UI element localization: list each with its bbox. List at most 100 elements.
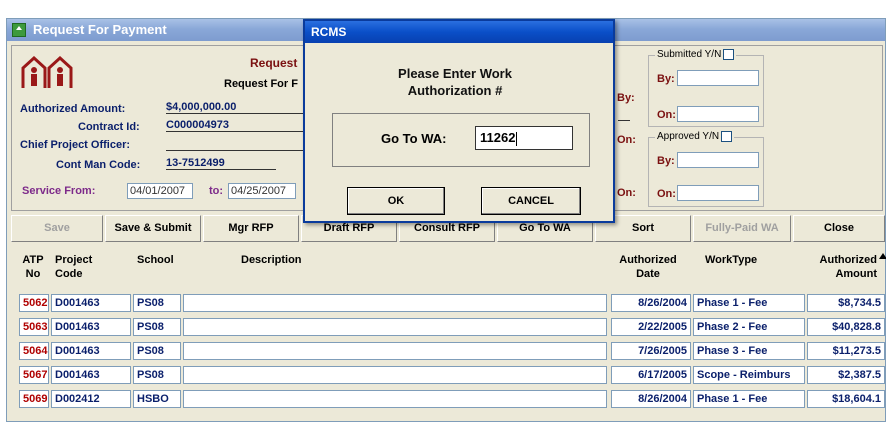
project-code-cell[interactable]: D001463 [51,342,131,360]
auth-date-cell[interactable]: 8/26/2004 [611,294,691,312]
divider-line [618,120,630,121]
auth-amount-cell[interactable]: $11,273.5 [807,342,885,360]
approved-group: Approved Y/N By: On: [648,131,764,207]
on-label-left: On: [617,134,636,146]
col-worktype-header[interactable]: WorkType [705,253,757,267]
save-button[interactable]: Save [11,215,103,242]
cont-man-code-value: 13-7512499 [166,157,276,170]
col-auth-date-line1: Authorized [619,254,677,266]
worktype-cell[interactable]: Phase 1 - Fee [693,390,805,408]
school-cell[interactable]: PS08 [133,318,181,336]
submitted-checkbox[interactable] [723,49,735,60]
request-subtitle: Request For F [224,78,298,90]
project-code-cell[interactable]: D001463 [51,294,131,312]
col-auth-amount-line1: Authorized [819,254,877,266]
project-code-cell[interactable]: D002412 [51,390,131,408]
approved-by-label: By: [657,155,675,167]
col-school-header[interactable]: School [137,253,174,267]
atp-cell[interactable]: 5063 [19,318,49,336]
submitted-label: Submitted Y/N [657,49,722,61]
submitted-by-field[interactable] [677,70,759,86]
app-home-icon [12,23,26,37]
cont-man-code-label: Cont Man Code: [56,159,141,171]
approved-checkbox[interactable] [721,131,733,142]
col-atp-line2: No [25,268,41,280]
cancel-button[interactable]: CANCEL [481,187,581,215]
rcms-dialog: RCMS Please Enter Work Authorization # G… [303,19,615,223]
contract-id-value: C000004973 [166,119,308,132]
school-cell[interactable]: PS08 [133,294,181,312]
approved-by-field[interactable] [677,152,759,168]
atp-cell[interactable]: 5067 [19,366,49,384]
auth-date-cell[interactable]: 6/17/2005 [611,366,691,384]
description-cell[interactable] [183,294,607,312]
col-project-header[interactable]: Project Code [55,253,92,281]
mgr-rfp-button[interactable]: Mgr RFP [203,215,299,242]
auth-date-cell[interactable]: 7/26/2005 [611,342,691,360]
chief-officer-value [166,137,308,151]
table-row[interactable]: 5062 D001463 PS08 8/26/2004 Phase 1 - Fee $8,… [11,292,886,314]
description-cell[interactable] [183,390,607,408]
table-row[interactable]: 5064 D001463 PS08 7/26/2005 Phase 3 - Fee $11… [11,340,886,362]
col-project-line2: Code [55,268,83,280]
window-title: Request For Payment [33,22,167,37]
service-to-label: to: [209,185,224,197]
approved-on-field[interactable] [677,185,759,201]
project-code-cell[interactable]: D001463 [51,318,131,336]
table-row[interactable]: 5069 D002412 HSBO 8/26/2004 Phase 1 - Fee $18… [11,388,886,410]
fully-paid-wa-button[interactable]: Fully-Paid WA [693,215,791,242]
agency-logo-icon [21,56,73,88]
wa-number-value: 11262 [480,130,516,145]
description-cell[interactable] [183,318,607,336]
worktype-cell[interactable]: Phase 2 - Fee [693,318,805,336]
close-button[interactable]: Close [793,215,885,242]
auth-date-cell[interactable]: 8/26/2004 [611,390,691,408]
go-to-wa-label: Go To WA: [381,131,447,146]
auth-date-cell[interactable]: 2/22/2005 [611,318,691,336]
school-cell[interactable]: PS08 [133,366,181,384]
by-label-left: By: [617,92,635,104]
auth-amount-cell[interactable]: $18,604.1 [807,390,885,408]
dialog-message-line2: Authorization # [407,83,503,98]
dialog-title-bar[interactable]: RCMS [305,21,613,43]
col-project-line1: Project [55,254,93,266]
service-from-field[interactable]: 04/01/2007 [127,183,193,199]
wa-number-input[interactable]: 11262 [475,126,573,150]
auth-amount-cell[interactable]: $8,734.5 [807,294,885,312]
table-header: ATP No Project Code School Description Aut… [11,245,886,289]
table-row[interactable]: 5063 D001463 PS08 2/22/2005 Phase 2 - Fee $40… [11,316,886,338]
submitted-on-field[interactable] [677,106,759,122]
atp-cell[interactable]: 5062 [19,294,49,312]
col-auth-date-header[interactable]: Authorized Date [613,253,683,281]
submitted-group-label: Submitted Y/N [655,49,737,61]
on-label-bottom-left: On: [617,187,636,199]
save-and-submit-button[interactable]: Save & Submit [105,215,201,242]
description-cell[interactable] [183,342,607,360]
atp-cell[interactable]: 5064 [19,342,49,360]
project-code-cell[interactable]: D001463 [51,366,131,384]
approved-on-label: On: [657,188,676,200]
table-row[interactable]: 5067 D001463 PS08 6/17/2005 Scope - Reimburs… [11,364,886,386]
scroll-up-arrow-icon[interactable] [879,251,886,259]
request-title: Request [250,56,298,70]
auth-amount-cell[interactable]: $2,387.5 [807,366,885,384]
approved-label: Approved Y/N [657,131,720,143]
atp-cell[interactable]: 5069 [19,390,49,408]
worktype-cell[interactable]: Phase 3 - Fee [693,342,805,360]
service-to-field[interactable]: 04/25/2007 [228,183,296,199]
col-auth-date-line2: Date [636,268,660,280]
col-auth-amount-line2: Amount [835,268,877,280]
col-atp-header[interactable]: ATP No [19,253,47,281]
worktype-cell[interactable]: Phase 1 - Fee [693,294,805,312]
col-description-header[interactable]: Description [241,253,302,267]
col-auth-amount-header[interactable]: Authorized Amount [797,253,877,281]
approved-group-label: Approved Y/N [655,131,735,143]
school-cell[interactable]: PS08 [133,342,181,360]
worktype-cell[interactable]: Scope - Reimburs [693,366,805,384]
dialog-message-line1: Please Enter Work [398,66,512,81]
ok-button[interactable]: OK [347,187,445,215]
description-cell[interactable] [183,366,607,384]
auth-amount-cell[interactable]: $40,828.8 [807,318,885,336]
school-cell[interactable]: HSBO [133,390,181,408]
dialog-input-group: Go To WA: 11262 [332,113,590,167]
